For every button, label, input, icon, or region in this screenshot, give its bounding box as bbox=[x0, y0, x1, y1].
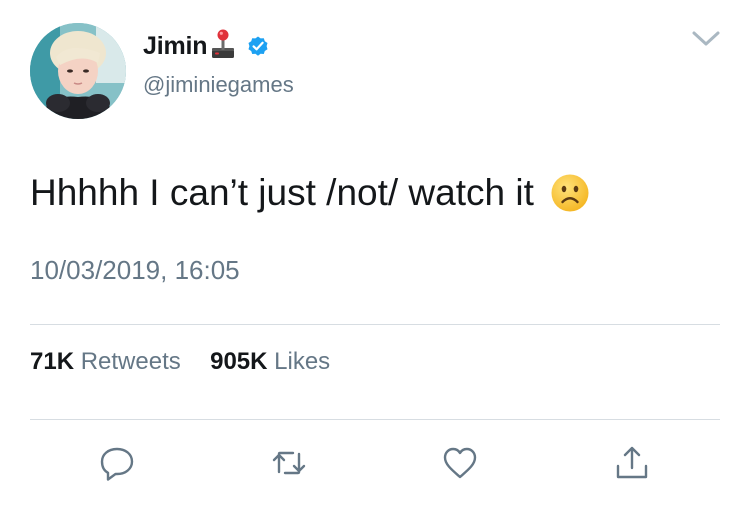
share-button[interactable] bbox=[614, 444, 650, 482]
like-button[interactable] bbox=[442, 444, 478, 482]
tweet-stats: 71K Retweets 905K Likes bbox=[30, 348, 330, 376]
reply-button[interactable] bbox=[99, 444, 135, 482]
retweets-count: 71K bbox=[30, 348, 75, 375]
likes-label: Likes bbox=[274, 348, 331, 375]
retweets-stat[interactable]: 71K Retweets bbox=[30, 348, 187, 375]
display-name[interactable]: Jimin bbox=[143, 32, 207, 61]
divider bbox=[30, 324, 720, 325]
tweet-text: Hhhhh I can’t just /not/ watch it bbox=[30, 172, 534, 213]
avatar[interactable] bbox=[30, 23, 126, 119]
verified-badge-icon bbox=[246, 34, 270, 58]
divider bbox=[30, 419, 720, 420]
joystick-icon bbox=[210, 28, 236, 60]
likes-stat[interactable]: 905K Likes bbox=[210, 348, 330, 375]
frowning-face-icon bbox=[550, 173, 590, 213]
retweets-label: Retweets bbox=[80, 348, 181, 375]
avatar-photo bbox=[30, 23, 126, 119]
likes-count: 905K bbox=[210, 348, 268, 375]
tweet-text-row: Hhhhh I can’t just /not/ watch it bbox=[30, 172, 590, 214]
retweet-icon bbox=[272, 451, 306, 475]
share-icon bbox=[616, 446, 648, 479]
retweet-button[interactable] bbox=[271, 444, 307, 482]
tweet-timestamp[interactable]: 10/03/2019, 16:05 bbox=[30, 255, 240, 286]
user-handle[interactable]: @jiminiegames bbox=[143, 72, 294, 98]
reply-icon bbox=[100, 447, 134, 481]
heart-icon bbox=[443, 447, 477, 479]
author-name-row: Jimin bbox=[143, 28, 270, 64]
chevron-down-icon[interactable] bbox=[690, 28, 722, 50]
